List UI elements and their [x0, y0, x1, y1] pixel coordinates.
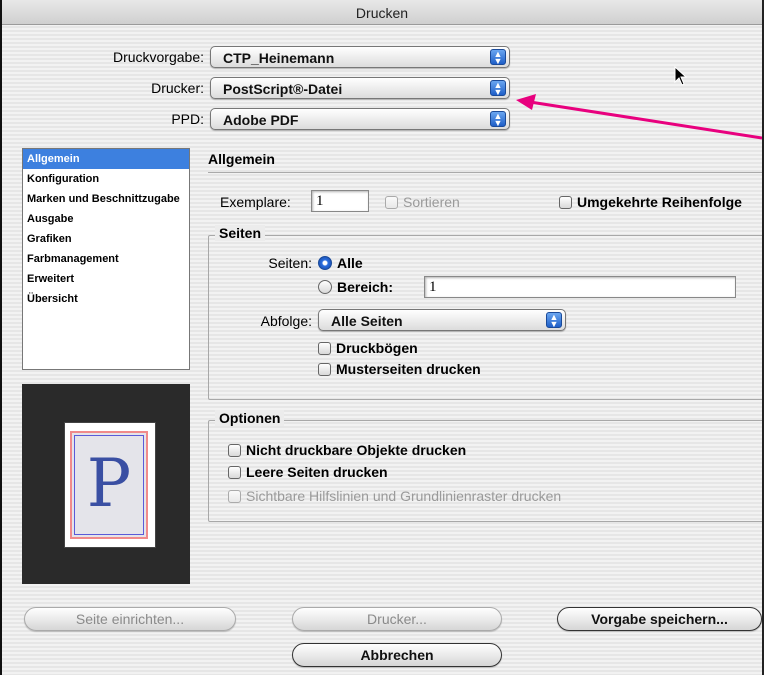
- title-divider: [208, 172, 762, 173]
- master-pages-checkbox[interactable]: [318, 363, 331, 376]
- page-setup-button[interactable]: Seite einrichten...: [24, 607, 236, 631]
- preset-popup[interactable]: CTP_Heinemann ▲ ▼: [210, 46, 510, 68]
- printer-label: Drucker:: [151, 80, 204, 96]
- sidebar-item-grafiken[interactable]: Grafiken: [23, 229, 189, 249]
- pages-legend: Seiten: [215, 225, 266, 241]
- printer-button[interactable]: Drucker...: [292, 607, 502, 631]
- cancel-button[interactable]: Abbrechen: [292, 643, 502, 667]
- sidebar-item-erweitert[interactable]: Erweitert: [23, 269, 189, 289]
- spreads-label: Druckbögen: [336, 340, 418, 356]
- sidebar-item-farbmanagement[interactable]: Farbmanagement: [23, 249, 189, 269]
- popup-arrows-icon: ▲ ▼: [490, 49, 506, 66]
- popup-arrows-icon: ▲ ▼: [490, 80, 506, 97]
- sequence-popup[interactable]: Alle Seiten ▲ ▼: [318, 309, 566, 331]
- reverse-order-checkbox[interactable]: [559, 196, 572, 209]
- nonprint-objects-checkbox[interactable]: [228, 444, 241, 457]
- copies-field[interactable]: 1: [311, 190, 369, 212]
- save-preset-button[interactable]: Vorgabe speichern...: [557, 607, 762, 631]
- mouse-cursor-icon: [674, 66, 688, 86]
- sidebar-item-konfiguration[interactable]: Konfiguration: [23, 169, 189, 189]
- all-pages-label: Alle: [337, 255, 363, 271]
- print-dialog: Drucken Druckvorgabe: CTP_Heinemann ▲ ▼ D…: [0, 0, 764, 675]
- sequence-label: Abfolge:: [260, 313, 312, 329]
- collate-checkbox[interactable]: [385, 196, 398, 209]
- ppd-label: PPD:: [171, 111, 204, 127]
- ppd-popup[interactable]: Adobe PDF ▲ ▼: [210, 108, 510, 130]
- annotation-arrow-icon: [516, 94, 762, 140]
- popup-arrows-icon: ▲ ▼: [546, 312, 562, 329]
- preview-letter: P: [86, 445, 132, 522]
- preset-label: Druckvorgabe:: [112, 49, 204, 65]
- printer-value: PostScript®-Datei: [223, 81, 343, 97]
- printer-popup[interactable]: PostScript®-Datei ▲ ▼: [210, 77, 510, 99]
- panel-title: Allgemein: [208, 151, 275, 167]
- all-pages-radio[interactable]: [318, 256, 332, 270]
- category-list[interactable]: Allgemein Konfiguration Marken und Besch…: [22, 148, 190, 370]
- preset-value: CTP_Heinemann: [223, 50, 335, 66]
- popup-arrows-icon: ▲ ▼: [490, 111, 506, 128]
- page-preview: P: [22, 384, 190, 584]
- guides-label: Sichtbare Hilfslinien und Grundlinienras…: [246, 488, 562, 504]
- reverse-order-label: Umgekehrte Reihenfolge: [577, 194, 742, 210]
- sidebar-item-marken[interactable]: Marken und Beschnittzugabe: [23, 189, 189, 209]
- range-field[interactable]: 1: [424, 276, 736, 298]
- blank-pages-checkbox[interactable]: [228, 466, 241, 479]
- ppd-value: Adobe PDF: [223, 112, 299, 128]
- master-pages-label: Musterseiten drucken: [336, 361, 481, 377]
- nonprint-objects-label: Nicht druckbare Objekte drucken: [246, 442, 467, 458]
- sidebar-item-ausgabe[interactable]: Ausgabe: [23, 209, 189, 229]
- guides-checkbox[interactable]: [228, 490, 241, 503]
- range-label: Bereich:: [337, 279, 394, 295]
- sidebar-item-uebersicht[interactable]: Übersicht: [23, 289, 189, 309]
- sidebar-item-allgemein[interactable]: Allgemein: [23, 149, 189, 169]
- spreads-checkbox[interactable]: [318, 342, 331, 355]
- range-radio[interactable]: [318, 280, 332, 294]
- preview-page: P: [64, 422, 156, 548]
- pages-label: Seiten:: [268, 255, 312, 271]
- copies-label: Exemplare:: [220, 194, 291, 210]
- blank-pages-label: Leere Seiten drucken: [246, 464, 388, 480]
- sequence-value: Alle Seiten: [331, 313, 403, 329]
- options-legend: Optionen: [215, 410, 285, 426]
- window-title: Drucken: [2, 0, 762, 25]
- collate-label: Sortieren: [403, 194, 460, 210]
